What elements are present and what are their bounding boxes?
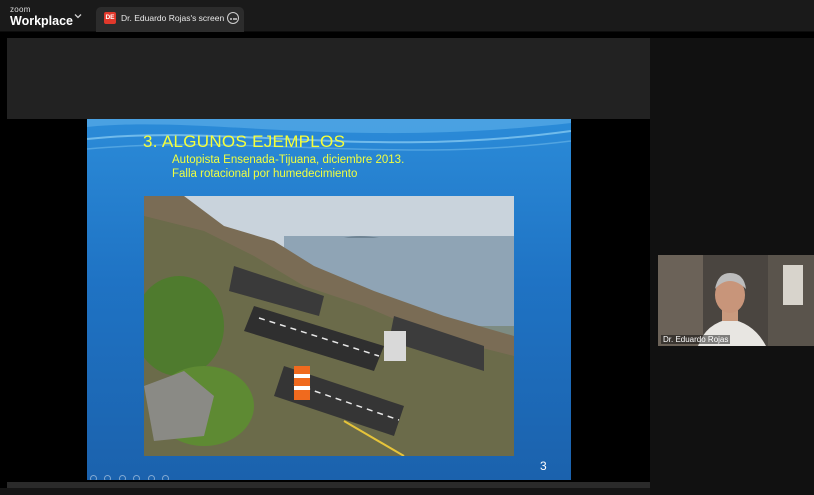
- slide-page-number: 3: [540, 459, 547, 473]
- shared-screen: 3. ALGUNOS EJEMPLOS Autopista Ensenada-T…: [7, 38, 650, 488]
- presentation-slide: 3. ALGUNOS EJEMPLOS Autopista Ensenada-T…: [87, 119, 571, 480]
- slide-heading: 3. ALGUNOS EJEMPLOS: [143, 132, 346, 151]
- app-logo-small: zoom: [10, 5, 31, 14]
- participant-name: Dr. Eduardo Rojas: [661, 335, 731, 344]
- slide-subtitle-2: Falla rotacional por humedecimiento: [172, 168, 358, 180]
- more-icon[interactable]: [162, 475, 170, 480]
- landslide-photo: [144, 196, 514, 456]
- avatar: DE: [104, 12, 116, 24]
- chevron-down-icon[interactable]: [72, 10, 84, 22]
- tab-shared-screen[interactable]: DE Dr. Eduardo Rojas's screen: [96, 7, 244, 32]
- app-logo-name: Workplace: [10, 14, 73, 28]
- pen-icon[interactable]: [118, 475, 126, 480]
- more-options-icon[interactable]: [227, 12, 239, 24]
- participant-panel: Dr. Eduardo Rojas: [650, 38, 814, 495]
- slide-subtitle-1: Autopista Ensenada-Tijuana, diciembre 20…: [172, 154, 405, 166]
- screen-top-band: [7, 38, 650, 119]
- app-logo: zoom Workplace: [10, 6, 73, 28]
- prev-slide-icon[interactable]: [90, 475, 97, 480]
- grid-icon[interactable]: [133, 475, 141, 480]
- slide-nav-toolbar: [90, 469, 172, 480]
- participant-video[interactable]: Dr. Eduardo Rojas: [658, 255, 814, 346]
- bottom-band: [0, 488, 650, 495]
- zoom-icon[interactable]: [147, 475, 155, 480]
- next-slide-icon[interactable]: [104, 475, 112, 480]
- tab-title: Dr. Eduardo Rojas's screen: [121, 13, 225, 23]
- title-bar: zoom Workplace DE Dr. Eduardo Rojas's sc…: [0, 0, 814, 32]
